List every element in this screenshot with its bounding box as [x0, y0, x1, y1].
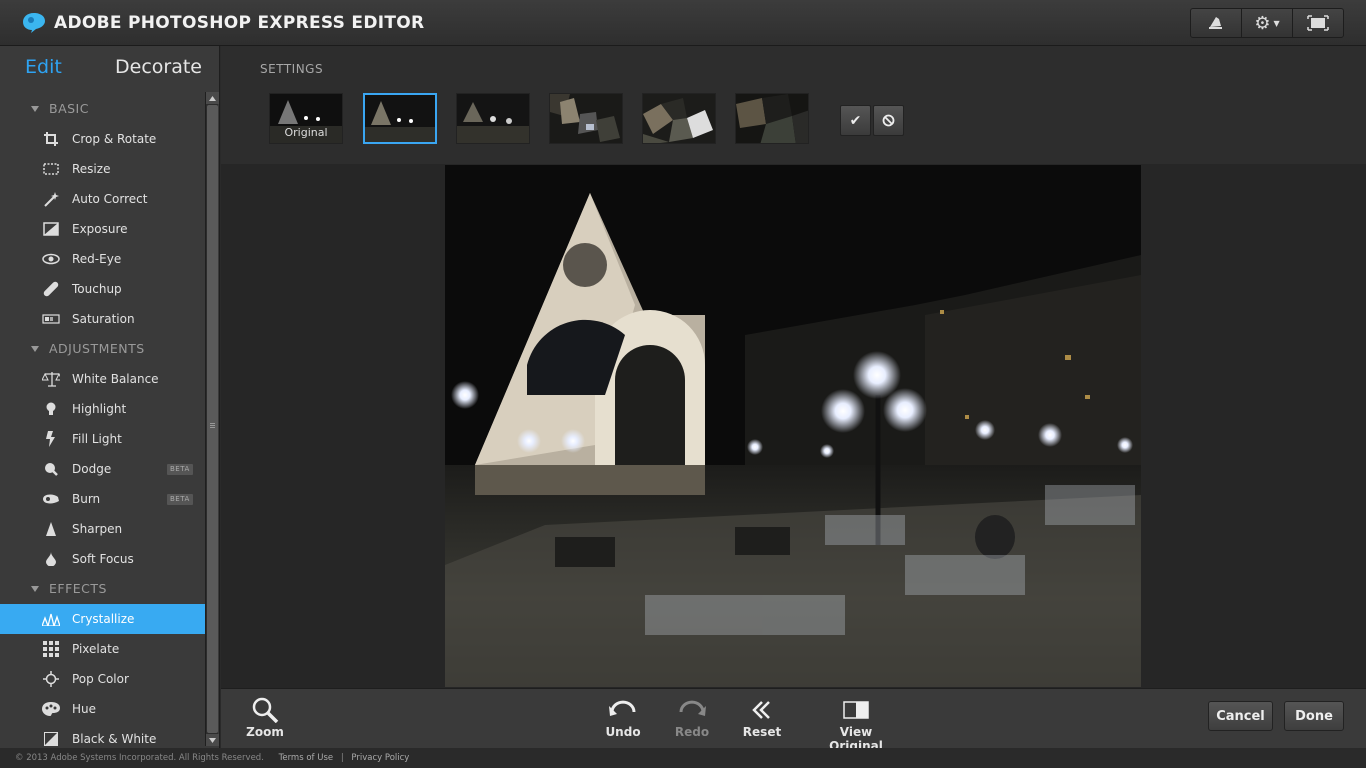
- image-canvas: [221, 164, 1366, 688]
- view-original-button[interactable]: View Original: [813, 697, 899, 753]
- setting-thumb-original[interactable]: Original: [269, 93, 343, 144]
- express-logo-icon: [23, 13, 45, 33]
- cancel-button[interactable]: Cancel: [1208, 701, 1273, 731]
- section-adjustments[interactable]: ADJUSTMENTS: [0, 334, 205, 364]
- section-effects[interactable]: EFFECTS: [0, 574, 205, 604]
- app-window: ADOBE PHOTOSHOP EXPRESS EDITOR ⚙ ▼ Edit D…: [0, 0, 1366, 768]
- scales-icon: [42, 371, 60, 387]
- tool-soft-focus[interactable]: Soft Focus: [0, 544, 205, 574]
- tool-pixelate[interactable]: Pixelate: [0, 634, 205, 664]
- crystallize-icon: [42, 611, 60, 627]
- sharpen-icon: [42, 521, 60, 537]
- tools-scrollbar[interactable]: [205, 92, 219, 746]
- undo-button[interactable]: Undo: [603, 697, 643, 739]
- bulb-icon: [42, 401, 60, 417]
- scroll-thumb[interactable]: [207, 105, 218, 733]
- terms-of-use-link[interactable]: Terms of Use: [279, 753, 334, 763]
- setting-thumb-3[interactable]: [549, 93, 623, 144]
- copyright-text: © 2013 Adobe Systems Incorporated. All R…: [15, 753, 264, 763]
- app-title: ADOBE PHOTOSHOP EXPRESS EDITOR: [54, 13, 425, 33]
- discard-button[interactable]: [873, 105, 904, 136]
- section-basic[interactable]: BASIC: [0, 94, 205, 124]
- split-view-icon: [813, 697, 899, 723]
- setting-thumb-2[interactable]: [456, 93, 530, 144]
- resize-icon: [42, 161, 60, 177]
- collapse-triangle-icon: [31, 106, 39, 112]
- tool-dodge[interactable]: Dodge BETA: [0, 454, 205, 484]
- tool-black-white[interactable]: Black & White: [0, 724, 205, 748]
- tool-red-eye[interactable]: Red-Eye: [0, 244, 205, 274]
- footer: © 2013 Adobe Systems Incorporated. All R…: [0, 748, 1366, 768]
- tools-panel: Edit Decorate BASIC Crop & Rotate Resize…: [0, 46, 220, 748]
- header-button-group: ⚙ ▼: [1190, 8, 1344, 38]
- magnifier-icon: [245, 697, 285, 723]
- checkmark-icon: ✔: [849, 112, 862, 129]
- mode-tabs: Edit Decorate: [0, 46, 220, 90]
- drop-icon: [42, 551, 60, 567]
- setting-thumb-1[interactable]: [363, 93, 437, 144]
- tab-edit[interactable]: Edit: [25, 56, 62, 78]
- setting-thumb-5[interactable]: [735, 93, 809, 144]
- title-bar: ADOBE PHOTOSHOP EXPRESS EDITOR ⚙ ▼: [0, 0, 1366, 46]
- black-white-icon: [42, 731, 60, 747]
- tool-crop-rotate[interactable]: Crop & Rotate: [0, 124, 205, 154]
- crop-icon: [42, 131, 60, 147]
- tool-crystallize[interactable]: Crystallize: [0, 604, 205, 634]
- pop-color-icon: [42, 671, 60, 687]
- fullscreen-icon[interactable]: [1293, 9, 1343, 37]
- cancel-circle-icon: [882, 114, 895, 127]
- bottom-toolbar: Zoom Undo Redo Reset View Original Cance…: [221, 688, 1366, 753]
- tool-white-balance[interactable]: White Balance: [0, 364, 205, 394]
- dodge-icon: [42, 461, 60, 477]
- scroll-up-icon[interactable]: [206, 92, 219, 104]
- palette-icon: [42, 701, 60, 717]
- tool-auto-correct[interactable]: Auto Correct: [0, 184, 205, 214]
- exposure-icon: [42, 221, 60, 237]
- settings-label: SETTINGS: [260, 62, 324, 76]
- redo-icon: [672, 697, 712, 723]
- lightning-icon: [42, 431, 60, 447]
- beta-badge: BETA: [167, 464, 193, 475]
- tool-exposure[interactable]: Exposure: [0, 214, 205, 244]
- setting-thumb-4[interactable]: [642, 93, 716, 144]
- redo-button[interactable]: Redo: [672, 697, 712, 739]
- undo-icon: [603, 697, 643, 723]
- apply-button[interactable]: ✔: [840, 105, 871, 136]
- tool-resize[interactable]: Resize: [0, 154, 205, 184]
- reset-button[interactable]: Reset: [742, 697, 782, 739]
- collapse-triangle-icon: [31, 586, 39, 592]
- gear-icon[interactable]: ⚙ ▼: [1242, 9, 1293, 37]
- eye-icon: [42, 251, 60, 267]
- burn-icon: [42, 491, 60, 507]
- zoom-button[interactable]: Zoom: [245, 697, 285, 739]
- collapse-triangle-icon: [31, 346, 39, 352]
- tool-highlight[interactable]: Highlight: [0, 394, 205, 424]
- bell-icon[interactable]: [1191, 9, 1242, 37]
- edited-photo[interactable]: [445, 165, 1141, 687]
- done-button[interactable]: Done: [1284, 701, 1344, 731]
- magic-wand-icon: [42, 191, 60, 207]
- tool-sharpen[interactable]: Sharpen: [0, 514, 205, 544]
- tool-hue[interactable]: Hue: [0, 694, 205, 724]
- bandage-icon: [42, 281, 60, 297]
- tool-list: BASIC Crop & Rotate Resize Auto Correct …: [0, 94, 205, 748]
- beta-badge: BETA: [167, 494, 193, 505]
- settings-bar: SETTINGS Original ✔: [221, 46, 1366, 164]
- tool-saturation[interactable]: Saturation: [0, 304, 205, 334]
- tool-fill-light[interactable]: Fill Light: [0, 424, 205, 454]
- thumb-caption: Original: [284, 126, 328, 139]
- saturation-icon: [42, 311, 60, 327]
- tool-burn[interactable]: Burn BETA: [0, 484, 205, 514]
- tool-touchup[interactable]: Touchup: [0, 274, 205, 304]
- footer-separator: |: [340, 753, 344, 763]
- pixelate-icon: [42, 641, 60, 657]
- scroll-down-icon[interactable]: [206, 734, 219, 746]
- rewind-icon: [742, 697, 782, 723]
- tool-pop-color[interactable]: Pop Color: [0, 664, 205, 694]
- privacy-policy-link[interactable]: Privacy Policy: [351, 753, 409, 763]
- tab-decorate[interactable]: Decorate: [115, 56, 202, 78]
